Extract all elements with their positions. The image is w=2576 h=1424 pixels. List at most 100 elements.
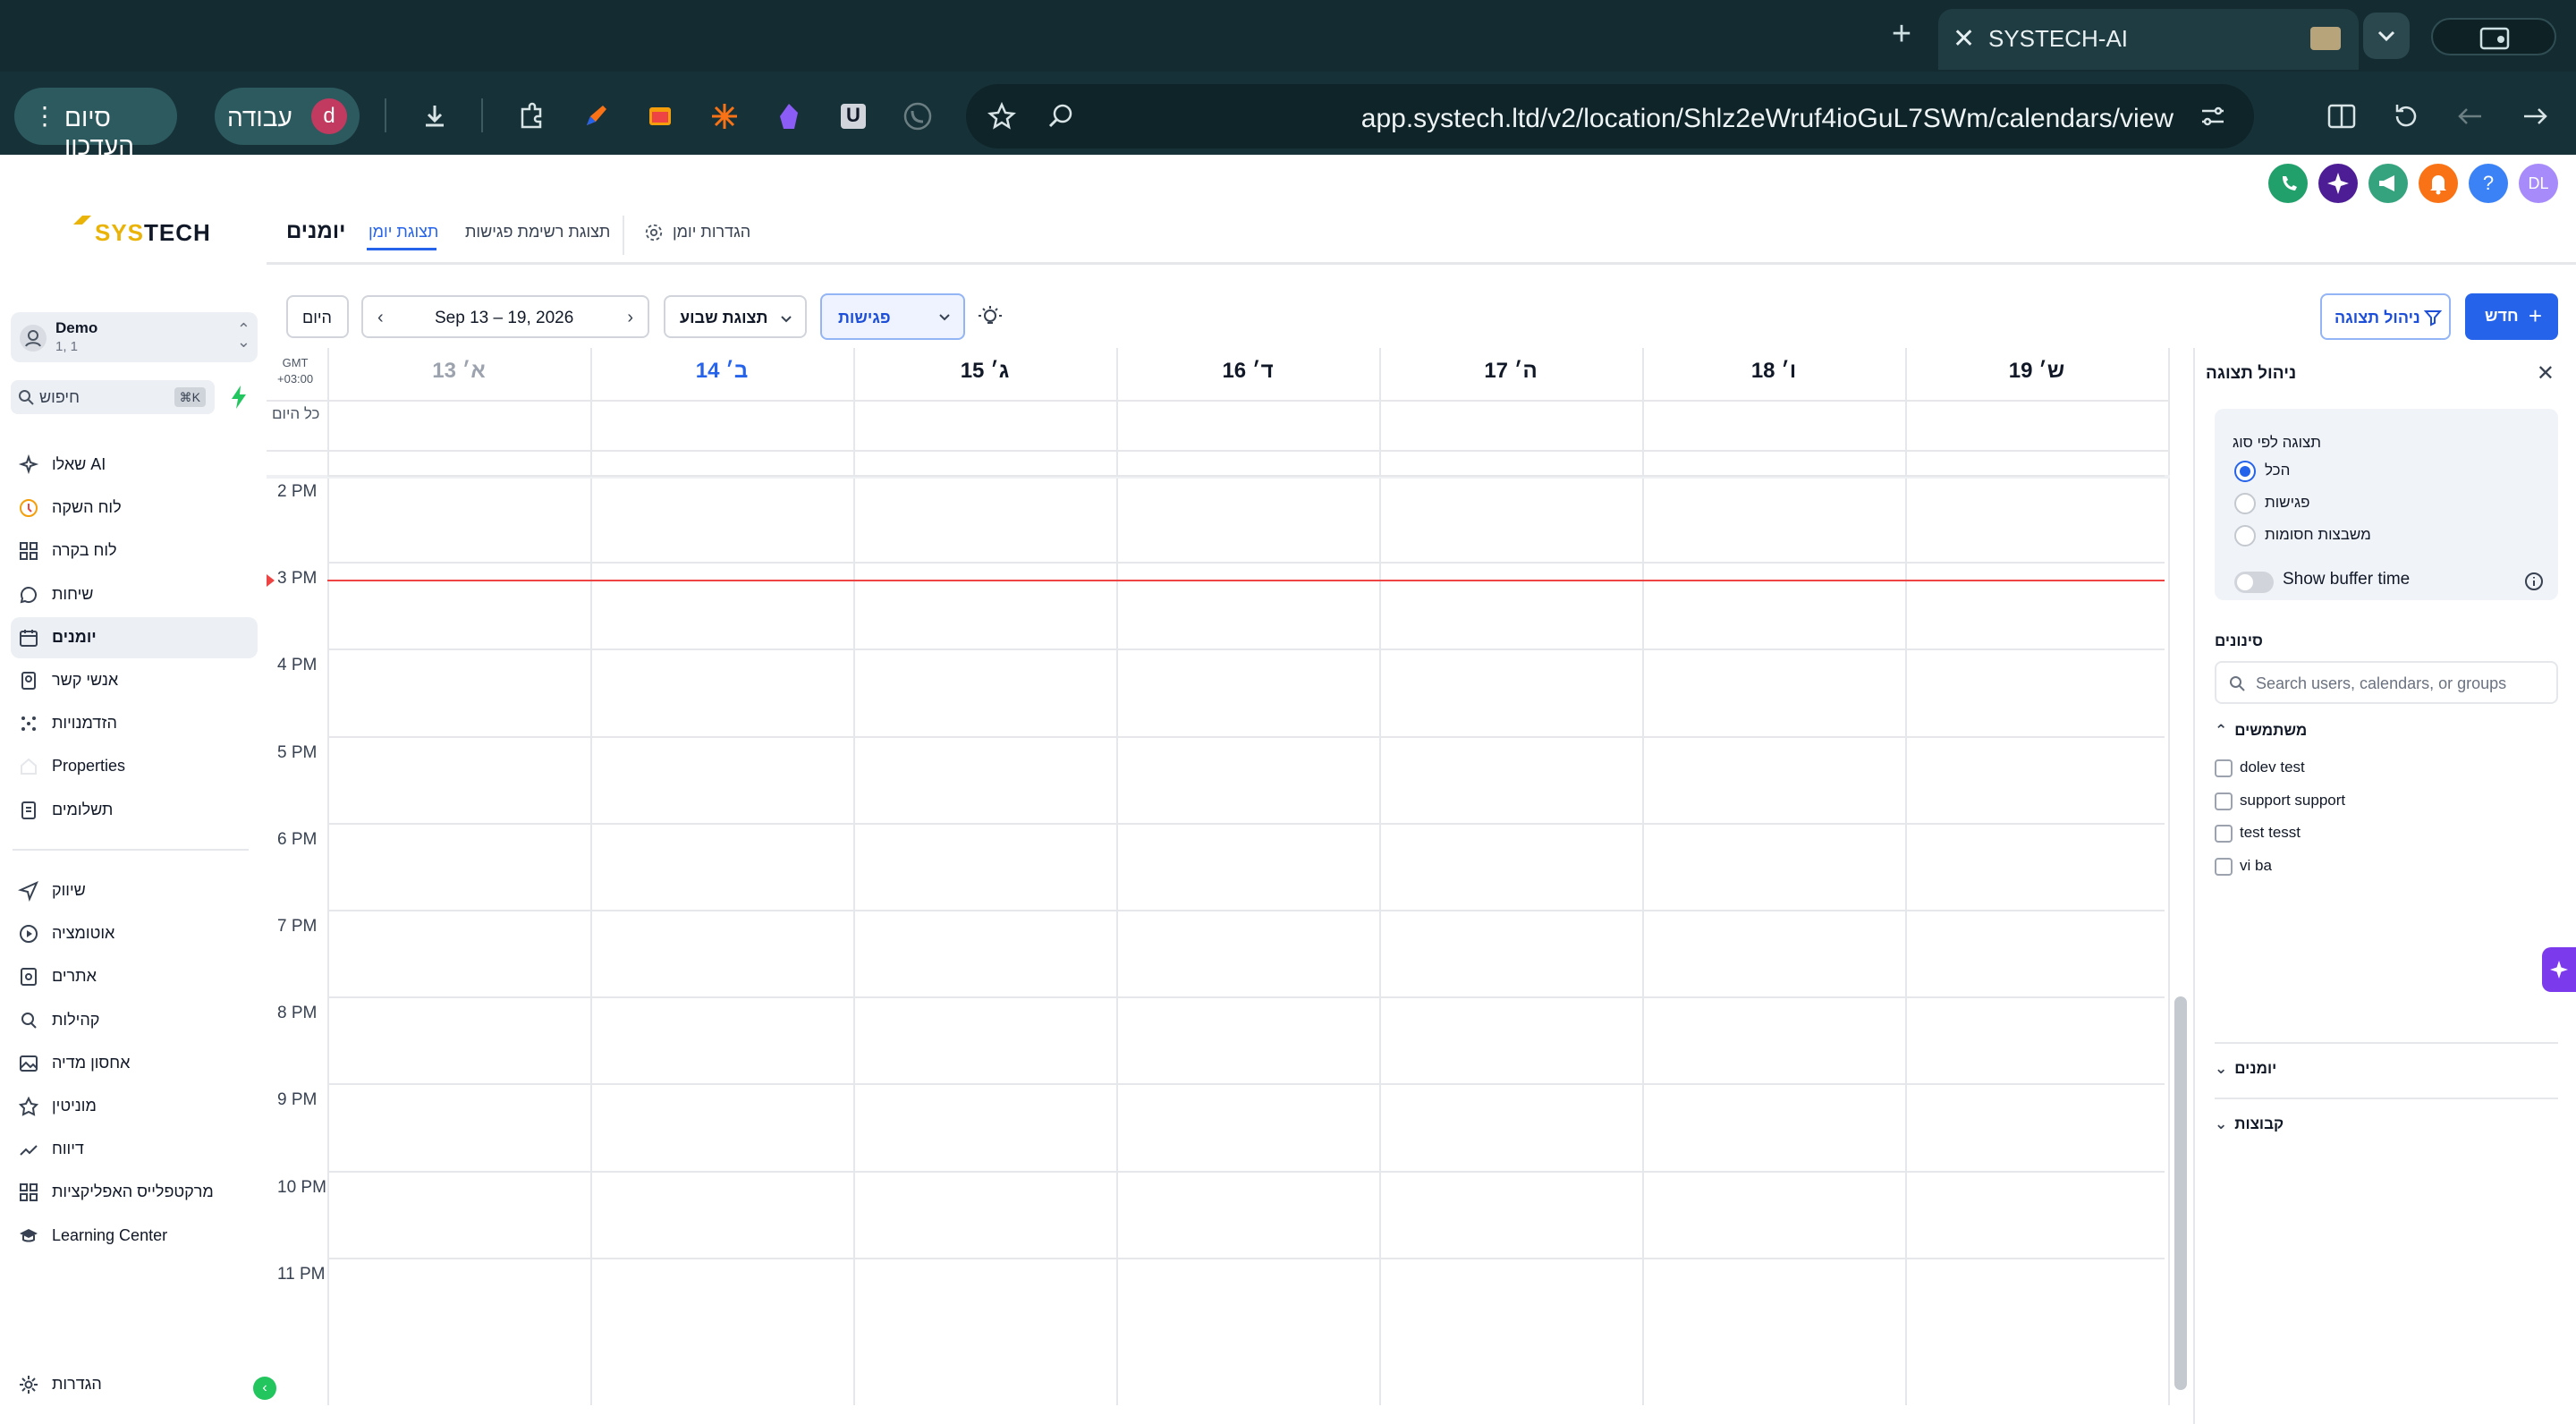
day-header[interactable]: 19 ש׳ bbox=[1905, 348, 2168, 400]
screen-extension-icon[interactable] bbox=[640, 97, 680, 136]
burst-extension-icon[interactable] bbox=[705, 97, 744, 136]
day-header[interactable]: 15 ג׳ bbox=[853, 348, 1116, 400]
panel-search-input[interactable]: Search users, calendars, or groups bbox=[2215, 661, 2558, 704]
user-checkbox[interactable] bbox=[2215, 825, 2233, 843]
phone-icon[interactable] bbox=[2268, 164, 2308, 203]
site-settings-icon[interactable] bbox=[2197, 100, 2229, 132]
sidebar-item-calendar[interactable]: יומנים bbox=[11, 616, 258, 658]
sidebar-item-automation[interactable]: אוטומציה bbox=[11, 913, 258, 954]
sidebar-item-graduation[interactable]: Learning Center bbox=[11, 1216, 258, 1257]
users-group-toggle[interactable]: ⌃ משתמשים bbox=[2215, 722, 2307, 740]
ai-assistant-button[interactable] bbox=[2542, 947, 2576, 992]
hour-label: 4 PM bbox=[277, 656, 318, 675]
sidebar-item-sparkle[interactable]: שאלו AI bbox=[11, 445, 258, 486]
forward-arrow-icon[interactable] bbox=[2515, 97, 2555, 136]
address-bar[interactable]: app.systech.ltd/v2/location/Shlz2eWruf4i… bbox=[966, 84, 2254, 148]
pen-extension-icon[interactable] bbox=[576, 97, 615, 136]
user-checkbox[interactable] bbox=[2215, 759, 2233, 777]
hour-line bbox=[327, 648, 2165, 651]
sidebar-item-payments[interactable]: תשלומים bbox=[11, 790, 258, 831]
sidebar-item-send[interactable]: שיווק bbox=[11, 870, 258, 911]
day-header[interactable]: 13 א׳ bbox=[327, 348, 590, 400]
sidebar-item-settings[interactable]: הגדרות bbox=[11, 1364, 258, 1405]
day-header[interactable]: 18 ו׳ bbox=[1642, 348, 1905, 400]
search-placeholder: חיפוש bbox=[39, 388, 80, 406]
close-tab-icon[interactable]: ✕ bbox=[1953, 21, 1975, 57]
sidebar-item-report[interactable]: דיווח bbox=[11, 1129, 258, 1170]
day-label: 19 ש׳ bbox=[2008, 359, 2065, 383]
sidebar-item-chat[interactable]: שיחות bbox=[11, 574, 258, 615]
day-header[interactable]: 14 ב׳ bbox=[590, 348, 853, 400]
day-header[interactable]: 16 ד׳ bbox=[1116, 348, 1379, 400]
bookmark-star-icon[interactable] bbox=[986, 100, 1018, 132]
chevron-left-icon[interactable]: ‹ bbox=[377, 308, 384, 328]
sidebar-item-dashboard[interactable]: לוח בקרה bbox=[11, 530, 258, 572]
tab-calendar-view[interactable]: תצוגת יומן bbox=[369, 223, 438, 242]
user-checkbox[interactable] bbox=[2215, 792, 2233, 810]
lightbulb-icon[interactable] bbox=[977, 303, 1004, 330]
megaphone-icon[interactable] bbox=[2368, 164, 2408, 203]
radio-appointments[interactable] bbox=[2234, 493, 2256, 514]
back-arrow-icon[interactable] bbox=[2451, 97, 2490, 136]
sidebar-item-sites[interactable]: אתרים bbox=[11, 956, 258, 997]
sidebar-item-star[interactable]: מוניטין bbox=[11, 1086, 258, 1127]
sidebar-item-launch[interactable]: לוח השקה bbox=[11, 487, 258, 529]
extensions-icon[interactable] bbox=[512, 97, 551, 136]
day-header[interactable]: 17 ה׳ bbox=[1379, 348, 1642, 400]
filter-icon bbox=[2424, 310, 2442, 326]
sidebar-item-label: יומנים bbox=[52, 627, 97, 646]
ai-sparkle-icon[interactable] bbox=[2318, 164, 2358, 203]
u-extension-icon[interactable]: U bbox=[834, 97, 873, 136]
buffer-time-label: Show buffer time bbox=[2283, 570, 2411, 589]
type-select[interactable]: פגישות bbox=[820, 293, 965, 340]
zoom-icon[interactable] bbox=[1045, 100, 1077, 132]
active-tab-indicator bbox=[367, 248, 436, 250]
browser-tab[interactable]: ✕ SYSTECH-AI bbox=[1938, 9, 2359, 70]
calendar-scrollbar[interactable] bbox=[2174, 996, 2187, 1390]
work-profile-button[interactable]: עבודה d bbox=[215, 88, 360, 145]
info-icon[interactable] bbox=[2524, 572, 2544, 591]
phone-extension-icon[interactable] bbox=[898, 97, 937, 136]
chevron-down-icon: ⌄ bbox=[2215, 1115, 2228, 1132]
calendars-group-toggle[interactable]: ⌄ יומנים bbox=[2215, 1060, 2276, 1078]
sites-icon bbox=[18, 966, 39, 987]
sidebar-item-contacts[interactable]: אנשי קשר bbox=[11, 660, 258, 701]
radio-all[interactable] bbox=[2234, 461, 2256, 482]
bolt-icon[interactable] bbox=[224, 382, 254, 412]
groups-group-toggle[interactable]: ⌄ קבוצות bbox=[2215, 1115, 2284, 1133]
chevron-right-icon[interactable]: › bbox=[627, 308, 633, 328]
new-tab-button[interactable]: + bbox=[1884, 16, 1919, 52]
radio-blocked-slots[interactable] bbox=[2234, 525, 2256, 547]
sidebar-item-media[interactable]: אחסון מדיה bbox=[11, 1043, 258, 1084]
sidebar-search[interactable]: חיפוש ⌘K bbox=[11, 380, 215, 414]
sidebar-item-opportunities[interactable]: הזדמנויות bbox=[11, 703, 258, 744]
tab-appointment-list[interactable]: תצוגת רשימת פגישות bbox=[465, 223, 610, 242]
sidebar-item-home[interactable]: Properties bbox=[11, 746, 258, 787]
sidebar-item-label: לוח השקה bbox=[52, 498, 122, 517]
tab-calendar-settings[interactable]: הגדרות יומן bbox=[673, 223, 750, 242]
finish-update-button[interactable]: ⋮ סיום העדכון bbox=[14, 88, 177, 160]
reload-icon[interactable] bbox=[2386, 97, 2426, 136]
help-icon[interactable]: ? bbox=[2469, 164, 2508, 203]
bell-icon[interactable] bbox=[2419, 164, 2458, 203]
user-checkbox[interactable] bbox=[2215, 857, 2233, 876]
close-icon[interactable]: ✕ bbox=[2537, 360, 2555, 386]
today-button[interactable]: היום bbox=[286, 295, 349, 338]
view-select[interactable]: תצוגת שבוע bbox=[664, 295, 807, 338]
obsidian-extension-icon[interactable] bbox=[769, 97, 809, 136]
tab-menu-button[interactable] bbox=[2363, 13, 2410, 59]
date-range: Sep 13 – 19, 2026 bbox=[435, 309, 574, 327]
type-label: תצוגה לפי סוג bbox=[2233, 434, 2322, 451]
manage-view-button[interactable]: ניהול תצוגה bbox=[2320, 293, 2451, 340]
new-button[interactable]: חדש + bbox=[2465, 293, 2558, 340]
tab-title: SYSTECH-AI bbox=[1988, 25, 2129, 52]
sidebar-toggle-icon[interactable] bbox=[2322, 97, 2361, 136]
account-switcher[interactable]: Demo 1, 1 ⌃ ⌄ bbox=[11, 312, 258, 362]
download-icon[interactable] bbox=[415, 97, 454, 136]
sidebar-item-apps[interactable]: מרקטפלייס האפליקציות bbox=[11, 1172, 258, 1213]
user-avatar[interactable]: DL bbox=[2519, 164, 2558, 203]
profile-button[interactable] bbox=[2431, 18, 2556, 55]
buffer-time-toggle[interactable] bbox=[2234, 572, 2274, 593]
sidebar-item-communities[interactable]: קהילות bbox=[11, 1000, 258, 1041]
dashboard-icon bbox=[18, 540, 39, 562]
